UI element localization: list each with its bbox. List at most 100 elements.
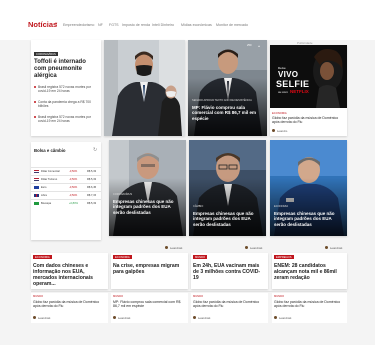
us-flag-icon [34, 170, 39, 173]
mini-story-tag[interactable]: Mundo [113, 295, 123, 298]
ticker-row[interactable]: Euro -0,50% R$ 6,45 [31, 183, 101, 190]
photo-kicker: Câmbio [193, 205, 204, 208]
share-icon[interactable]: ➦ [180, 246, 182, 250]
featured-tag[interactable]: Coronavírus [34, 52, 58, 57]
news-card-title[interactable]: Em 24h, EUA vacinam mais de 3 milhões co… [193, 263, 265, 281]
news-card-tag[interactable]: Economia [113, 255, 132, 260]
mini-story[interactable]: Mundo MP: Flávio comprou sala comercial … [111, 293, 188, 323]
story-author[interactable]: Leandro [250, 246, 260, 250]
news-card-title[interactable]: ENEM: 28 candidatos alcançam nota mil e … [274, 263, 346, 281]
news-card-title[interactable]: Com dados chineses e informação nos EUA,… [33, 263, 105, 287]
share-icon[interactable]: ➦ [208, 316, 210, 320]
ticker-row[interactable]: Dólar Comercial -0,50% R$ 5,33 [31, 167, 101, 174]
ad-line-2: VIVO [278, 70, 299, 79]
bullet-dot [34, 86, 36, 88]
nav-link-midias-economicas[interactable]: Mídias econômicas [181, 23, 212, 27]
ticker-name: Euro [41, 186, 47, 189]
mini-story-title[interactable]: Globo faz paródia da música de Doménico … [274, 300, 344, 309]
share-icon[interactable]: ➦ [258, 44, 260, 48]
news-card-tag[interactable]: Mundo [193, 255, 208, 260]
story-author[interactable]: Leandro [170, 246, 180, 250]
story-author[interactable]: Leandro [330, 246, 340, 250]
ticker-row[interactable]: Bovespa +0,80% R$ 5,33 [31, 199, 101, 206]
mini-story-tag[interactable]: Mundo [193, 295, 203, 298]
mini-story-title[interactable]: MP: Flávio comprou sala comercial com R$… [113, 300, 185, 309]
share-icon[interactable]: ➦ [289, 316, 291, 320]
ticker-name: Dólar Turismo [41, 178, 58, 181]
ticker-row[interactable]: Dólar Turismo -0,50% R$ 5,33 [31, 175, 101, 182]
avatar [113, 316, 117, 320]
mini-story-tag[interactable]: Mundo [274, 295, 284, 298]
market-title: Bolsa e câmbio [34, 148, 66, 153]
avatar [193, 316, 197, 320]
nav-link-empreendedorismo[interactable]: Empreendedorismo [63, 23, 94, 27]
mini-story-title[interactable]: Globo faz paródia da música de Doménico … [33, 300, 105, 309]
share-icon[interactable]: ➦ [48, 316, 50, 320]
photo-headline[interactable]: Empresas chinesas que não integram padrõ… [193, 211, 261, 227]
ticker-change: -0,50% [69, 194, 78, 197]
ad-news-author[interactable]: Leandro [277, 129, 287, 133]
ticker-change: -0,50% [69, 178, 78, 181]
news-card[interactable]: Empregos ENEM: 28 candidatos alcançam no… [272, 253, 347, 289]
nav-link-fgts[interactable]: FGTS [109, 23, 119, 27]
ad-news-tag[interactable]: Economia [272, 112, 287, 115]
mini-story-title[interactable]: Globo faz paródia da música de Doménico … [193, 300, 265, 309]
news-card[interactable]: Mundo Em 24h, EUA vacinam mais de 3 milh… [191, 253, 268, 289]
avatar [165, 246, 169, 250]
ticker-value: R$ 7,15 [87, 194, 97, 197]
news-card-tag[interactable]: Economia [33, 255, 52, 260]
nav-link-inteli-dinheiro[interactable]: Inteli Dinheiro [152, 23, 174, 27]
ticker-name: Libra [41, 194, 47, 197]
share-icon[interactable]: ➦ [260, 246, 262, 250]
netflix-logo: NETFLIX [290, 89, 309, 94]
photo-story-flavio[interactable]: Senado aprova texto ano de desistência M… [188, 40, 267, 136]
ad-news-title[interactable]: Globo faz paródia da música de Doménico … [272, 116, 344, 125]
share-icon[interactable]: ➦ [340, 246, 342, 250]
photo-headline[interactable]: Empresas chinesas que não integram padrõ… [113, 199, 181, 215]
chevron-down-icon[interactable]: ▾ [55, 21, 57, 27]
featured-bullet-3[interactable]: Brasil registra 572 novas mortes por cov… [38, 115, 98, 123]
advertisement-netflix[interactable]: Deixe VIVO SELFIE ou com NETFLIX [270, 45, 347, 108]
mini-story[interactable]: Mundo Globo faz paródia da música de Dom… [191, 293, 268, 323]
ticker-value: R$ 5,33 [87, 170, 97, 173]
eu-flag-icon [34, 186, 39, 189]
nav-link-nf[interactable]: NF [98, 23, 103, 27]
photo-headline[interactable]: MP: Flávio comprou sala comercial com R$… [192, 105, 262, 121]
top-navbar: Notícias ▾ Empreendedorismo NF FGTS Impo… [0, 0, 375, 40]
news-card[interactable]: Economia Com dados chineses e informação… [31, 253, 108, 289]
nav-link-monitor-de-mercado[interactable]: Monitor de mercado [216, 23, 248, 27]
ticker-change: +0,80% [69, 202, 78, 205]
photo-story-mask[interactable] [104, 40, 185, 136]
mini-story-author[interactable]: Leandro [38, 316, 48, 320]
avatar [272, 129, 276, 133]
bullet-dot [34, 101, 36, 103]
featured-article-card[interactable]: Coronavírus Toffoli é internado com pneu… [31, 40, 101, 136]
photo-story-china-3[interactable]: Economia Empresas chinesas que não integ… [270, 140, 347, 236]
featured-bullet-1[interactable]: Brasil registra 572 novas mortes por cov… [38, 85, 98, 93]
mini-story-author[interactable]: Leandro [279, 316, 289, 320]
ticker-row[interactable]: Libra -0,50% R$ 7,15 [31, 191, 101, 198]
mini-story[interactable]: Mundo Globo faz paródia da música de Dom… [31, 293, 108, 323]
photo-story-china-2[interactable]: Câmbio Empresas chinesas que não integra… [189, 140, 266, 236]
avatar [245, 246, 249, 250]
brand-title[interactable]: Notícias [28, 20, 57, 29]
news-card-tag[interactable]: Empregos [274, 255, 294, 260]
ticker-value: R$ 5,33 [87, 202, 97, 205]
refresh-icon[interactable]: ↻ [93, 147, 97, 153]
news-card[interactable]: Economia Na crise, empresas migram para … [111, 253, 188, 289]
photo-story-china-1[interactable]: Coronavírus Empresas chinesas que não in… [109, 140, 186, 236]
ticker-value: R$ 6,45 [87, 186, 97, 189]
photo-headline[interactable]: Empresas chinesas que não integram padrõ… [274, 211, 342, 227]
news-card-title[interactable]: Na crise, empresas migram para galpões [113, 263, 185, 275]
share-icon[interactable]: ➦ [128, 316, 130, 320]
mini-story-author[interactable]: Leandro [118, 316, 128, 320]
featured-bullet-2[interactable]: Conta da pandemia chega a R$ 700 bilhões [38, 100, 98, 108]
mini-story-tag[interactable]: Mundo [33, 295, 43, 298]
masked-man-photo [104, 40, 185, 136]
featured-headline[interactable]: Toffoli é internado com pneumonite alérg… [34, 59, 98, 80]
photo-kicker: Senado aprova texto ano de desistência [192, 99, 252, 102]
mini-story-author[interactable]: Leandro [198, 316, 208, 320]
nav-link-imposto-de-renda[interactable]: Imposto de renda [122, 23, 150, 27]
ad-news-card[interactable]: Economia Globo faz paródia da música de … [270, 108, 347, 136]
mini-story[interactable]: Mundo Globo faz paródia da música de Dom… [272, 293, 347, 323]
